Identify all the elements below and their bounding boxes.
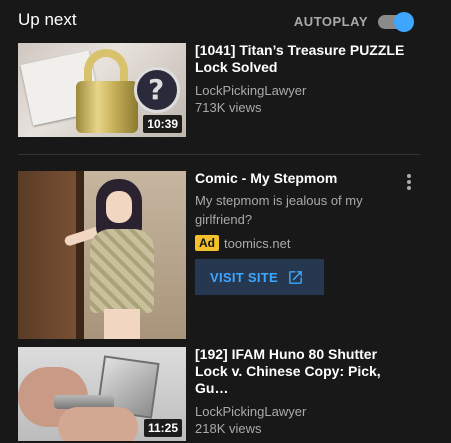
autoplay-control[interactable]: AUTOPLAY: [293, 11, 414, 32]
toggle-knob: [394, 12, 414, 32]
video-title-line: Lock v. Chinese Copy: Pick, Gu…: [195, 363, 381, 396]
section-divider: [18, 154, 420, 155]
kebab-dot: [407, 180, 411, 184]
video-title-line: [1041] Titan’s Treasure PUZZLE: [195, 42, 405, 58]
kebab-dot: [407, 186, 411, 190]
video-views: 713K views: [195, 100, 262, 115]
ad-item[interactable]: Comic - My Stepmom My stepmom is jealous…: [18, 170, 438, 339]
visit-site-label: VISIT SITE: [210, 269, 279, 285]
ad-figure-legs: [104, 309, 140, 339]
ad-thumbnail[interactable]: [18, 171, 186, 339]
ad-title[interactable]: Comic - My Stepmom: [195, 170, 415, 187]
video-title[interactable]: [192] IFAM Huno 80 Shutter Lock v. Chine…: [195, 346, 411, 397]
ad-badge: Ad: [195, 235, 219, 251]
video-title-line: Lock Solved: [195, 59, 278, 75]
up-next-header: Up next AUTOPLAY: [18, 8, 414, 34]
video-channel[interactable]: LockPickingLawyer: [195, 403, 411, 420]
video-title-line: [192] IFAM Huno 80 Shutter: [195, 346, 378, 362]
ad-source-line: Ad toomics.net: [195, 235, 415, 251]
video-duration: 10:39: [143, 115, 182, 133]
video-meta[interactable]: [1041] Titan’s Treasure PUZZLE Lock Solv…: [195, 42, 411, 116]
ad-description: My stepmom is jealous of my girlfriend?: [195, 191, 415, 229]
video-thumbnail[interactable]: 11:25: [18, 347, 186, 441]
up-next-title: Up next: [18, 10, 77, 29]
video-title[interactable]: [1041] Titan’s Treasure PUZZLE Lock Solv…: [195, 42, 411, 76]
thumbnail-question-mark: ?: [148, 73, 165, 106]
thumbnail-lock-body: [76, 81, 138, 133]
ad-description-line: My stepmom is jealous of my: [195, 193, 363, 208]
video-thumbnail[interactable]: ? 10:39: [18, 43, 186, 137]
ad-door-frame: [76, 171, 84, 339]
ad-description-line: girlfriend?: [195, 212, 253, 227]
open-in-new-icon: [289, 271, 302, 284]
autoplay-toggle[interactable]: [378, 11, 414, 32]
ad-door: [18, 171, 80, 339]
video-views: 218K views: [195, 421, 262, 436]
video-duration: 11:25: [143, 419, 182, 437]
ad-figure-dress: [90, 229, 154, 313]
video-item[interactable]: ? 10:39 [1041] Titan’s Treasure PUZZLE L…: [18, 42, 438, 137]
ad-figure-face: [106, 191, 132, 223]
visit-site-button[interactable]: VISIT SITE: [195, 259, 324, 295]
kebab-dot: [407, 174, 411, 178]
autoplay-label: AUTOPLAY: [293, 13, 368, 29]
video-item[interactable]: 11:25 [192] IFAM Huno 80 Shutter Lock v.…: [18, 346, 438, 441]
video-meta[interactable]: [192] IFAM Huno 80 Shutter Lock v. Chine…: [195, 346, 411, 437]
thumbnail-hand-right: [58, 407, 138, 441]
ad-domain: toomics.net: [224, 235, 291, 251]
more-vert-icon[interactable]: [404, 171, 414, 193]
video-channel[interactable]: LockPickingLawyer: [195, 82, 411, 99]
ad-meta[interactable]: Comic - My Stepmom My stepmom is jealous…: [195, 170, 415, 295]
